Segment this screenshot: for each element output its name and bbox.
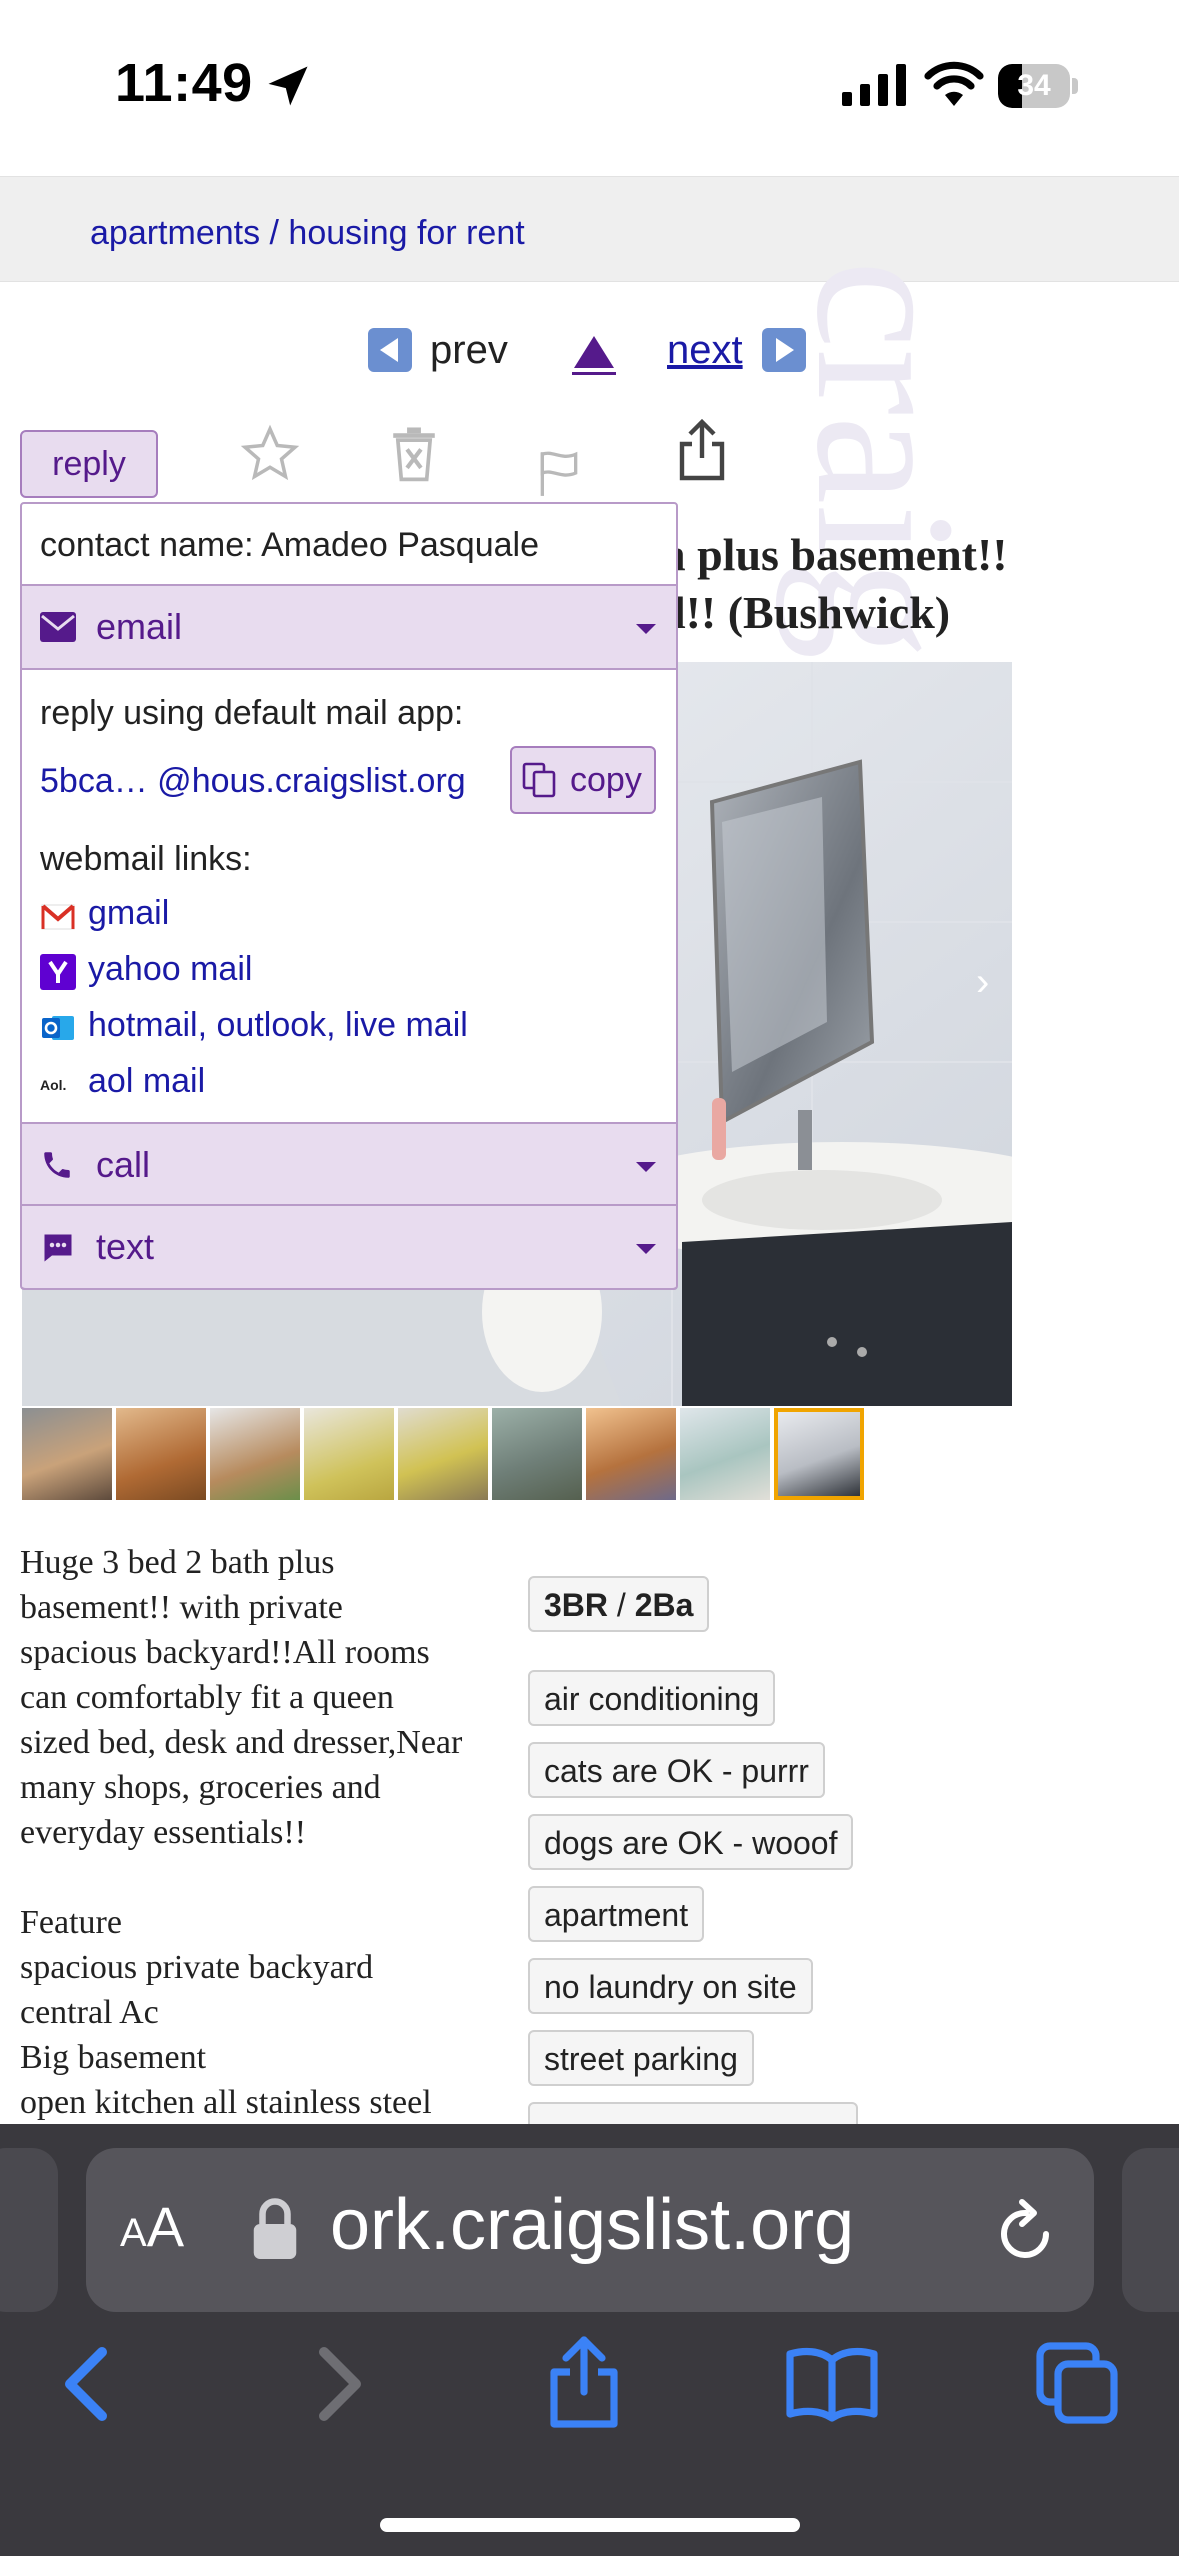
- share-icon[interactable]: [546, 2334, 622, 2430]
- thumbnail[interactable]: [210, 1408, 300, 1500]
- forward-icon[interactable]: [314, 2344, 368, 2424]
- prev-link[interactable]: prev: [430, 328, 508, 373]
- attribute-tag: street parking: [528, 2030, 754, 2086]
- thumbnail[interactable]: [116, 1408, 206, 1500]
- thumbnail[interactable]: [22, 1408, 112, 1500]
- photo-next-chevron-icon[interactable]: ›: [976, 960, 989, 1005]
- tabs-icon[interactable]: [1034, 2340, 1120, 2426]
- reader-aa-button[interactable]: AA: [120, 2194, 184, 2259]
- up-arrow-icon[interactable]: [572, 334, 616, 370]
- url-text[interactable]: ork.craigslist.org: [330, 2184, 854, 2266]
- envelope-icon: [40, 612, 76, 642]
- message-icon: [44, 1234, 72, 1262]
- bed-bath-attribute: 3BR / 2Ba: [528, 1576, 710, 1632]
- reply-default-label: reply using default mail app:: [40, 694, 464, 732]
- thumbnail[interactable]: [680, 1408, 770, 1500]
- call-section-toggle[interactable]: call: [22, 1122, 676, 1206]
- email-section-toggle[interactable]: email: [22, 584, 676, 670]
- back-icon[interactable]: [58, 2344, 112, 2424]
- email-section-label: email: [96, 606, 183, 647]
- gmail-icon: [41, 904, 75, 930]
- copy-icon: [522, 762, 556, 798]
- prev-arrow-icon[interactable]: [368, 328, 412, 372]
- thumbnail-selected[interactable]: [774, 1408, 864, 1500]
- bookmarks-icon[interactable]: [784, 2344, 880, 2422]
- status-time: 11:49: [115, 53, 253, 113]
- attribute-tag-cutoff: [528, 2102, 858, 2126]
- call-section-label: call: [96, 1144, 151, 1185]
- thumbnail[interactable]: [304, 1408, 394, 1500]
- text-section-label: text: [96, 1226, 155, 1267]
- next-link[interactable]: next: [667, 328, 743, 373]
- share-icon[interactable]: [676, 418, 728, 482]
- chevron-down-icon: [636, 1162, 656, 1172]
- posting-body: Huge 3 bed 2 bath plus basement!! with p…: [20, 1544, 463, 2121]
- thumbnail[interactable]: [586, 1408, 676, 1500]
- home-indicator: [380, 2518, 800, 2532]
- attribute-tag: no laundry on site: [528, 1958, 813, 2014]
- battery-icon: 34: [998, 64, 1080, 108]
- next-tab-peek[interactable]: [1122, 2148, 1179, 2312]
- trash-icon[interactable]: [386, 424, 442, 484]
- yahoo-mail-label: yahoo mail: [88, 950, 253, 988]
- outlook-icon: [42, 1016, 74, 1040]
- webmail-label: webmail links:: [40, 840, 252, 878]
- previous-tab-peek[interactable]: [0, 2148, 58, 2312]
- reload-icon[interactable]: [994, 2196, 1058, 2264]
- lock-icon: [253, 2198, 297, 2259]
- thumbnail-strip: [22, 1408, 874, 1500]
- breadcrumb[interactable]: apartments / housing for rent: [90, 214, 525, 253]
- thumbnail[interactable]: [492, 1408, 582, 1500]
- up-link-underline: [572, 372, 616, 375]
- location-arrow-icon: [268, 66, 308, 106]
- thumbnail[interactable]: [398, 1408, 488, 1500]
- cellular-signal-icon: [842, 64, 906, 106]
- attribute-tag: air conditioning: [528, 1670, 776, 1726]
- yahoo-icon: [40, 954, 76, 990]
- chevron-down-icon: [636, 1244, 656, 1254]
- phone-icon: [44, 1152, 70, 1178]
- chevron-down-icon: [636, 624, 656, 634]
- next-arrow-icon[interactable]: [762, 328, 806, 372]
- text-section-toggle[interactable]: text: [22, 1204, 676, 1290]
- attribute-tag: cats are OK - purrr: [528, 1742, 825, 1798]
- attribute-tag: dogs are OK - wooof: [528, 1814, 854, 1870]
- posting-title-line1: h plus basement!!: [660, 529, 1008, 580]
- outlook-label: hotmail, outlook, live mail: [88, 1006, 468, 1044]
- star-icon[interactable]: [240, 424, 300, 484]
- attribute-group: 3BR / 2Ba air conditioning cats are OK -…: [528, 1576, 1088, 2126]
- aol-icon: Aol.: [40, 1077, 66, 1093]
- reply-button[interactable]: reply: [20, 430, 158, 498]
- posting-title-line2: d!! (Bushwick): [660, 587, 951, 638]
- reply-email-link[interactable]: 5bca… @hous.craigslist.org: [40, 762, 466, 801]
- gmail-label: gmail: [88, 894, 170, 932]
- svg-text:Aol.: Aol.: [40, 1077, 66, 1093]
- aol-mail-label: aol mail: [88, 1062, 206, 1100]
- attribute-tag: apartment: [528, 1886, 705, 1942]
- contact-name: contact name: Amadeo Pasquale: [40, 526, 539, 564]
- flag-icon[interactable]: [536, 448, 582, 498]
- battery-label: 34: [1017, 69, 1051, 102]
- wifi-icon: [924, 61, 984, 106]
